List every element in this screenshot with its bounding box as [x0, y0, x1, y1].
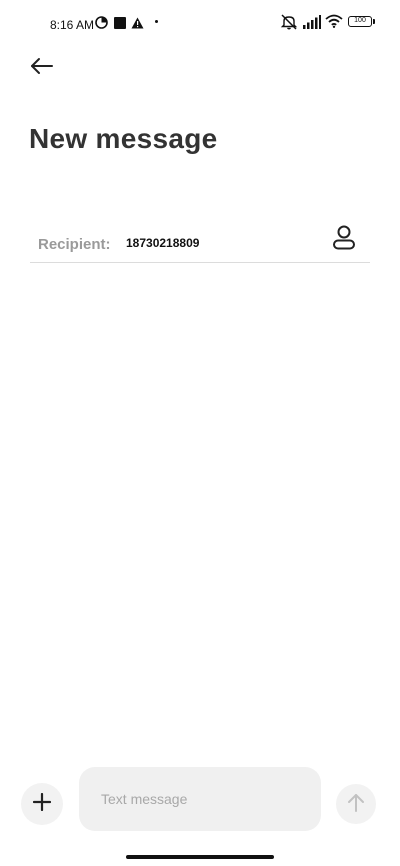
square-notification-icon [114, 16, 126, 34]
home-indicator[interactable] [126, 855, 274, 859]
signal-icon [303, 15, 321, 34]
battery-icon: 100 [348, 16, 375, 27]
contact-person-icon [332, 225, 356, 256]
back-button[interactable] [24, 50, 60, 86]
wifi-icon [325, 14, 343, 33]
page-title: New message [29, 123, 218, 154]
recipient-label: Recipient: [38, 236, 111, 253]
message-input[interactable] [79, 767, 321, 831]
plus-icon [32, 792, 52, 816]
recipient-row[interactable]: Recipient: 18730218809 [30, 222, 370, 263]
send-arrow-up-icon [347, 792, 365, 817]
status-bar: 8:16 AM 100 [0, 0, 400, 44]
send-button[interactable] [336, 784, 376, 824]
status-time: 8:16 AM [50, 18, 95, 32]
recipient-input[interactable]: 18730218809 [126, 236, 199, 250]
warning-icon [131, 16, 144, 34]
contact-picker-button[interactable] [330, 225, 358, 256]
add-attachment-button[interactable] [21, 783, 63, 825]
battery-level: 100 [348, 16, 375, 27]
data-saver-icon [95, 16, 108, 34]
dot-icon [155, 20, 158, 23]
mute-icon [280, 14, 298, 35]
back-arrow-icon [30, 57, 54, 80]
